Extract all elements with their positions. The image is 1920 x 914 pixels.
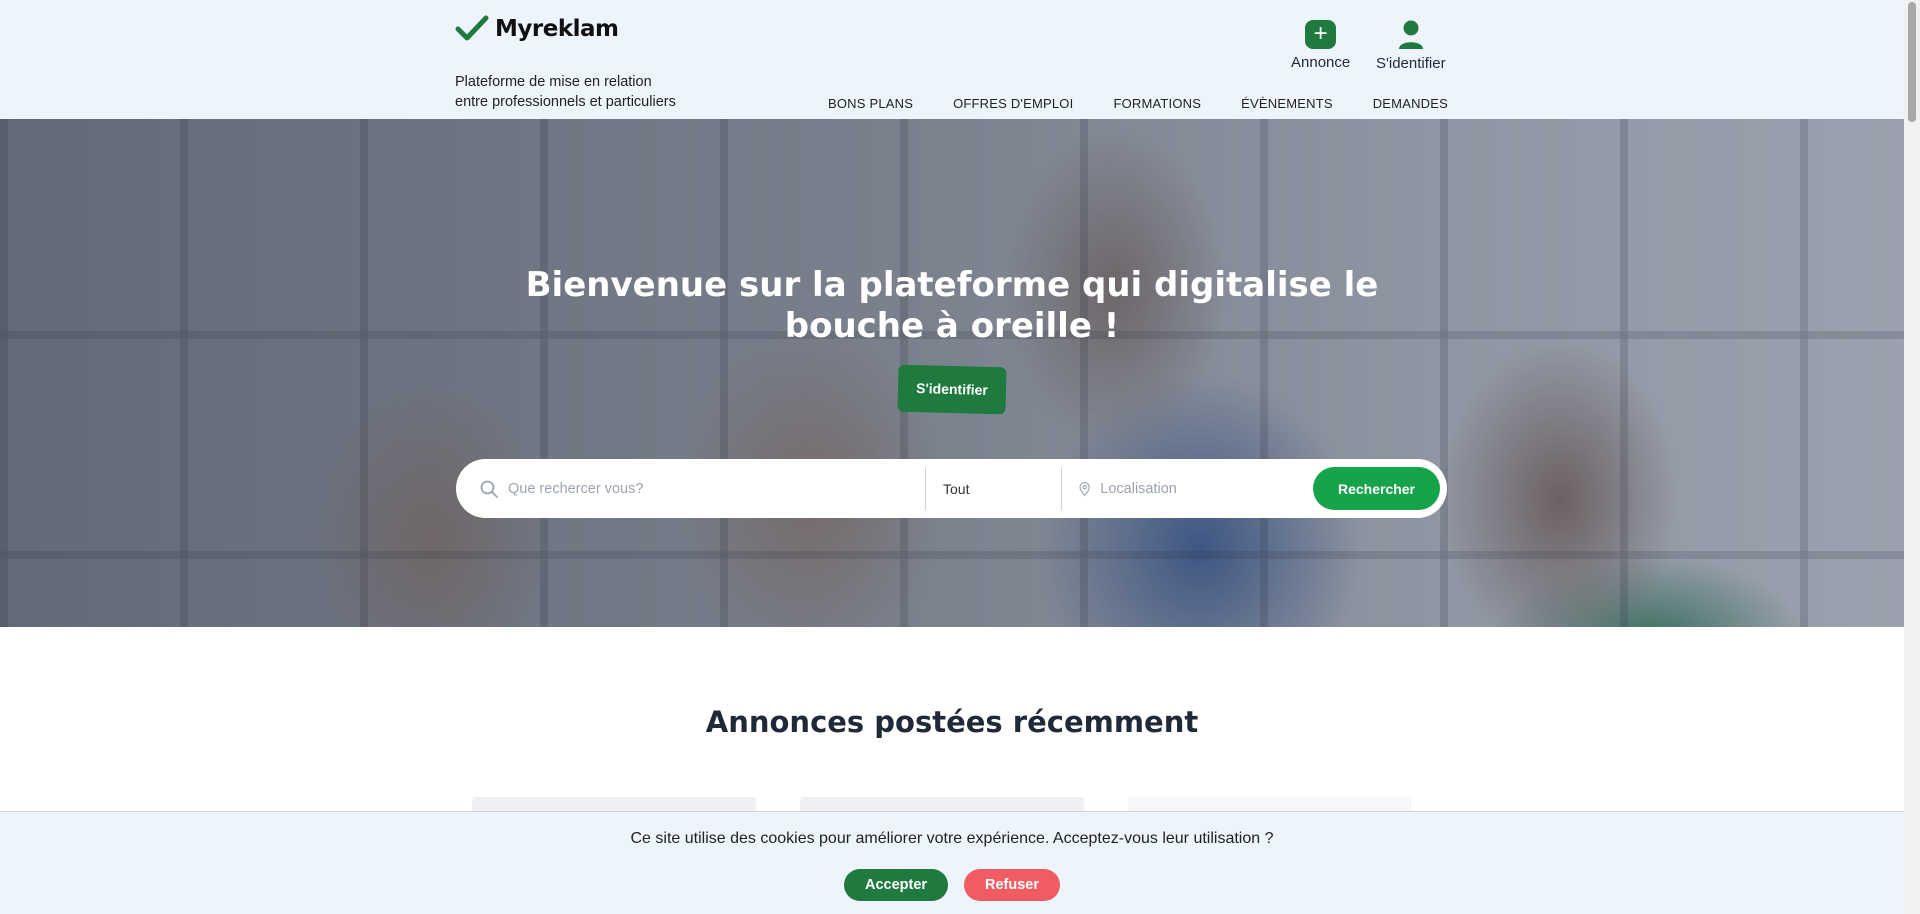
header-login-button[interactable]: S'identifier [1376,20,1446,72]
login-label: S'identifier [1376,55,1446,72]
refuse-cookies-button[interactable]: Refuser [964,869,1060,901]
nav-formations[interactable]: FORMATIONS [1113,96,1201,111]
site-header: Myreklam Plateforme de mise en relation … [0,0,1904,119]
main-nav: BONS PLANS OFFRES D'EMPLOI FORMATIONS ÉV… [828,96,1448,111]
hero-banner: Bienvenue sur la plateforme qui digitali… [0,119,1904,627]
search-query-field [456,467,926,510]
annonce-label: Annonce [1291,54,1351,71]
accept-cookies-button[interactable]: Accepter [844,869,948,901]
logo-text: Myreklam [495,16,619,42]
nav-evenements[interactable]: ÉVÈNEMENTS [1241,96,1333,111]
plus-icon: + [1305,20,1337,49]
cookie-message: Ce site utilise des cookies pour amélior… [630,830,1274,847]
logo[interactable]: Myreklam [455,14,619,44]
location-input[interactable] [1100,480,1312,497]
category-value: Tout [943,480,970,497]
location-pin-icon [1079,481,1090,496]
nav-bons-plans[interactable]: BONS PLANS [828,96,913,111]
cookie-banner: Ce site utilise des cookies pour amélior… [0,811,1904,914]
category-select[interactable]: Tout [926,467,1062,510]
recent-listings-title: Annonces postées récemment [705,705,1199,739]
search-bar: Tout Rechercher [456,459,1447,518]
user-icon [1398,20,1423,49]
scrollbar-thumb[interactable] [1908,2,1916,122]
search-input[interactable] [508,480,808,497]
post-annonce-button[interactable]: + Annonce [1291,20,1350,71]
location-field [1062,467,1312,510]
page-scrollbar[interactable] [1904,0,1920,914]
hero-title: Bienvenue sur la plateforme qui digitali… [525,265,1379,346]
tagline: Plateforme de mise en relation entre pro… [455,74,676,110]
search-button[interactable]: Rechercher [1313,467,1440,510]
nav-demandes[interactable]: DEMANDES [1373,96,1448,111]
search-icon [480,480,498,498]
checkmark-icon [455,15,489,41]
nav-offres-emploi[interactable]: OFFRES D'EMPLOI [953,96,1073,111]
hero-login-button[interactable]: S'identifier [897,364,1007,415]
